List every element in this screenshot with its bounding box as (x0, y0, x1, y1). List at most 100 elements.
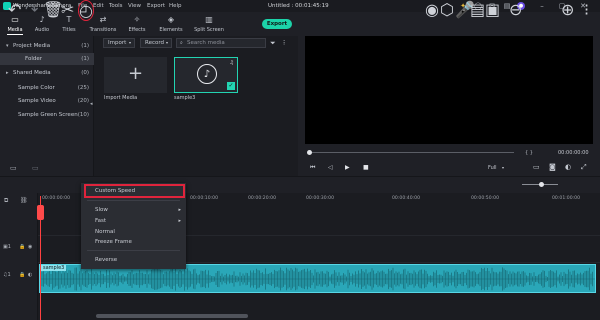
track-header: ⧉ ⛓ ▣1 🔒 ◉ ♫1 🔒 ◐ (0, 193, 38, 320)
chevron-down-icon[interactable]: ▾ (502, 165, 504, 170)
render-icon[interactable]: ◉ (425, 0, 439, 19)
tab-elements-label: Elements (159, 27, 183, 33)
library-item-label: Sample Video (18, 98, 56, 104)
menu-item-slow[interactable]: Slow (95, 207, 108, 213)
menu-help[interactable]: Help (169, 3, 182, 9)
menu-export[interactable]: Export (147, 3, 165, 9)
library-item-count: (25) (77, 85, 89, 91)
link-icon[interactable]: ⛓ (20, 197, 28, 204)
record-dropdown-label: Record (145, 40, 165, 46)
tab-split-screen[interactable]: ▥ Split Screen (192, 12, 226, 36)
cut-icon[interactable]: ✂ (61, 0, 74, 19)
caret-down-icon[interactable]: ▾ (6, 43, 9, 49)
redo-icon[interactable]: ↷ (25, 0, 38, 19)
library-item-sample-green-screen[interactable]: Sample Green Screen (10) (0, 109, 94, 121)
tab-split-screen-label: Split Screen (194, 27, 224, 33)
tab-effects[interactable]: ✧ Effects (124, 12, 150, 36)
tab-titles-label: Titles (62, 27, 76, 33)
step-back-icon[interactable]: ⏮ (310, 164, 315, 172)
chevron-down-icon: ▾ (165, 40, 168, 45)
playhead-handle[interactable] (37, 205, 44, 220)
previous-frame-icon[interactable]: ◁ (328, 164, 333, 171)
grid-icon[interactable]: ⁝ (584, 0, 589, 19)
menu-tools[interactable]: Tools (109, 3, 123, 9)
preview-timecode: 00:00:00:00 (558, 150, 589, 156)
menu-item-fast[interactable]: Fast (95, 218, 106, 224)
lock-icon[interactable]: 🔒 (19, 272, 25, 278)
library-item-label: Folder (25, 56, 42, 62)
add-track-icon[interactable]: ⧉ (4, 197, 8, 205)
preview-brackets[interactable]: { } (525, 150, 533, 156)
menu-view[interactable]: View (128, 3, 141, 9)
zoom-slider-handle[interactable] (539, 182, 544, 187)
import-dropdown-label: Import (108, 40, 127, 46)
library-panel: ▾ Project Media (1) Folder (1) ▸ Shared … (0, 36, 94, 176)
menu-separator (87, 200, 180, 201)
stop-icon[interactable]: ■ (363, 164, 369, 171)
lock-icon[interactable]: 🔒 (19, 244, 25, 250)
library-item-count: (1) (81, 43, 89, 49)
search-input[interactable]: ⌕ Search media (176, 38, 266, 48)
speed-icon[interactable]: ◴ (78, 0, 94, 21)
menu-item-normal[interactable]: Normal (95, 229, 115, 235)
elements-icon: ◈ (167, 15, 175, 24)
fullscreen-icon[interactable]: ⤢ (581, 163, 587, 172)
zoom-out-icon[interactable]: ⊖ (509, 0, 522, 19)
eye-icon[interactable]: ◉ (28, 244, 32, 250)
music-note-icon: ♪ (197, 64, 217, 84)
library-item-sample-video[interactable]: Sample Video (20) (0, 95, 94, 107)
ruler-label: 00:01:00:00 (552, 196, 581, 201)
snapshot-icon[interactable]: ▣ (485, 0, 500, 19)
audio-icon: ♫ (229, 60, 234, 66)
camera-icon[interactable]: ◙ (549, 163, 556, 171)
record-dropdown[interactable]: Record ▾ (140, 38, 172, 48)
library-item-sample-color[interactable]: Sample Color (25) (0, 82, 94, 94)
folder-icon[interactable]: ▭ (32, 164, 39, 172)
tab-transitions-label: Transitions (89, 27, 117, 33)
library-item-count: (20) (77, 98, 89, 104)
import-dropdown[interactable]: Import ▾ (103, 38, 135, 48)
filter-icon[interactable]: ⏷ (270, 39, 276, 48)
library-item-label: Sample Color (18, 85, 55, 91)
new-folder-icon[interactable]: ▭ (10, 164, 17, 172)
tab-elements[interactable]: ◈ Elements (156, 12, 186, 36)
preview-scrubber-handle[interactable] (307, 150, 312, 155)
search-placeholder: Search media (187, 40, 225, 46)
library-item-folder[interactable]: Folder (1) (0, 53, 94, 65)
library-item-project-media[interactable]: ▾ Project Media (1) (0, 40, 94, 52)
checkmark-icon[interactable]: ✓ (227, 82, 235, 90)
caret-right-icon[interactable]: ▸ (6, 70, 9, 76)
menu-item-reverse[interactable]: Reverse (95, 257, 117, 263)
timeline-scrollbar[interactable] (96, 314, 248, 318)
ruler-label: 00:00:10:00 (190, 196, 219, 201)
library-item-label: Sample Green Screen (18, 112, 78, 118)
media-clip-sample3[interactable]: ♪ ♫ ✓ (174, 57, 238, 93)
monitor-icon[interactable]: ▭ (533, 163, 540, 171)
custom-speed-highlight (84, 184, 185, 198)
play-icon[interactable]: ▶ (345, 164, 350, 171)
undo-icon[interactable]: ↶ (8, 0, 21, 19)
waveform (40, 267, 595, 291)
import-media-tile[interactable]: + (104, 57, 167, 93)
library-item-label: Shared Media (13, 70, 51, 76)
quality-select[interactable]: Full (488, 165, 497, 171)
minimize-icon[interactable]: – (538, 2, 546, 10)
grid-view-icon[interactable]: ⁝ (283, 39, 285, 47)
shield-icon[interactable]: ⬡ (440, 0, 454, 19)
preview-scrubber-track[interactable] (308, 152, 514, 153)
voiceover-icon[interactable]: ▤ (470, 0, 485, 19)
volume-icon[interactable]: ◐ (565, 163, 571, 171)
ruler-label: 00:00:40:00 (392, 196, 421, 201)
window-title: Untitled : 00:01:45:19 (268, 3, 329, 9)
menu-edit[interactable]: Edit (93, 3, 104, 9)
collapse-panel-icon[interactable]: ◂ (90, 101, 93, 107)
library-item-label: Project Media (13, 43, 51, 49)
ruler-label: 00:00:30:00 (306, 196, 335, 201)
library-item-shared-media[interactable]: ▸ Shared Media (0) (0, 67, 94, 79)
menu-item-freeze-frame[interactable]: Freeze Frame (95, 239, 132, 245)
library-item-count: (10) (77, 112, 89, 118)
export-button[interactable]: Export (262, 19, 292, 29)
zoom-in-icon[interactable]: ⊕ (561, 0, 574, 19)
library-item-count: (1) (81, 56, 89, 62)
mute-icon[interactable]: ◐ (28, 272, 32, 278)
